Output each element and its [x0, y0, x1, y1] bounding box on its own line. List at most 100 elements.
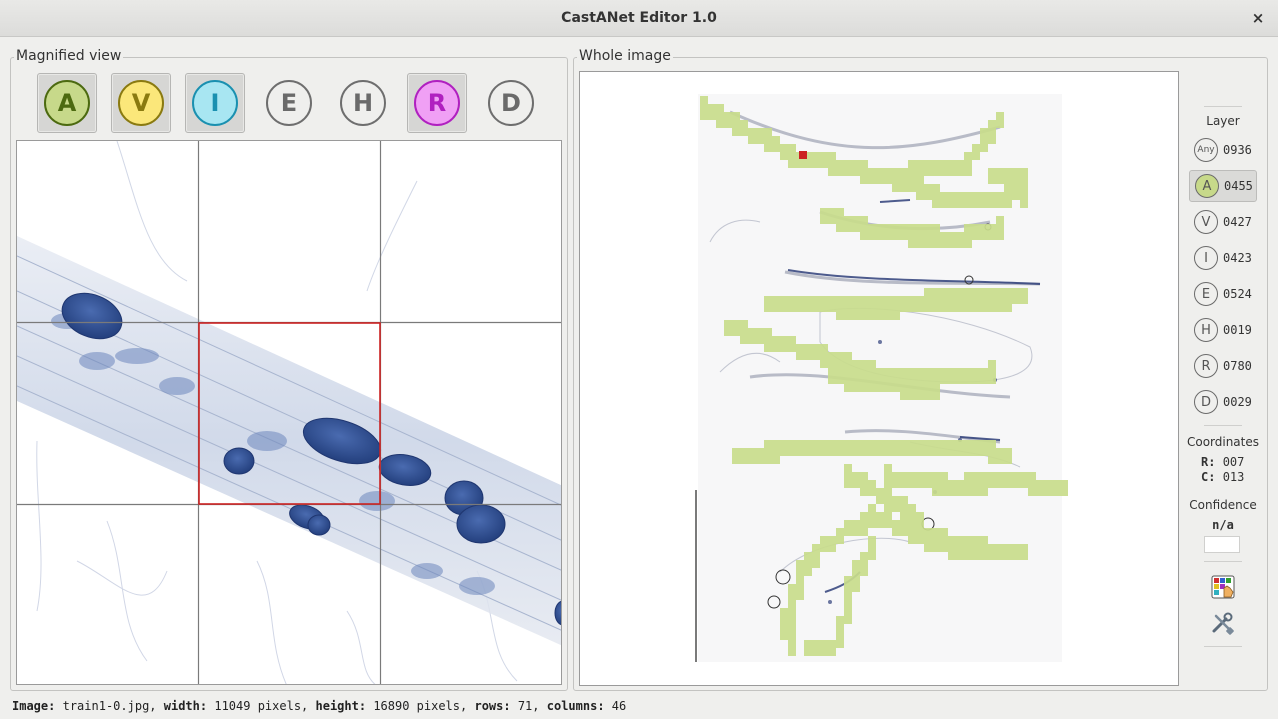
- annotation-tile: [876, 176, 884, 184]
- annotation-tile: [964, 232, 972, 240]
- annotation-tile: [892, 304, 900, 312]
- annotation-tile: [764, 144, 772, 152]
- annotation-tile: [980, 232, 988, 240]
- annotation-tile: [1012, 552, 1020, 560]
- annotation-tile: [988, 232, 996, 240]
- annotation-tile: [844, 312, 852, 320]
- annotation-tile: [908, 528, 916, 536]
- status-columns-label: columns:: [546, 699, 605, 713]
- annotation-tile: [788, 160, 796, 168]
- layer-title: Layer: [1206, 114, 1240, 128]
- annotation-tile: [860, 384, 868, 392]
- layer-toggle-a-button[interactable]: A: [37, 73, 97, 133]
- annotation-tile: [988, 544, 996, 552]
- annotation-tile: [836, 360, 844, 368]
- row-label: R:: [1201, 455, 1216, 469]
- annotation-tile: [980, 200, 988, 208]
- annotation-tile: [988, 176, 996, 184]
- annotation-tile: [932, 528, 940, 536]
- annotation-tile: [996, 200, 1004, 208]
- annotation-tile: [1012, 192, 1020, 200]
- annotation-tile: [924, 392, 932, 400]
- annotation-tile: [868, 168, 876, 176]
- annotation-tile: [708, 112, 716, 120]
- layer-count: 0019: [1223, 323, 1252, 337]
- layer-toggle-d-button[interactable]: D: [481, 73, 541, 133]
- annotation-tile: [948, 288, 956, 296]
- annotation-tile: [996, 296, 1004, 304]
- annotation-tile: [956, 440, 964, 448]
- annotation-tile: [852, 296, 860, 304]
- annotation-tile: [924, 224, 932, 232]
- annotation-tile: [916, 536, 924, 544]
- annotation-tile: [1028, 480, 1036, 488]
- annotation-tile: [764, 296, 772, 304]
- annotation-tile: [892, 504, 900, 512]
- confidence-input[interactable]: [1204, 536, 1240, 553]
- close-icon[interactable]: ×: [1248, 8, 1268, 28]
- annotation-tile: [844, 384, 852, 392]
- annotation-tile: [924, 472, 932, 480]
- layer-row-any[interactable]: Any 0936: [1189, 134, 1257, 166]
- annotation-tile: [740, 320, 748, 328]
- annotation-tile: [972, 552, 980, 560]
- annotation-tile: [900, 176, 908, 184]
- annotation-tile: [828, 352, 836, 360]
- annotation-tile: [804, 160, 812, 168]
- annotation-tile: [932, 384, 940, 392]
- whole-slide-image[interactable]: [580, 72, 1179, 686]
- annotation-tile: [756, 456, 764, 464]
- annotation-tile: [756, 336, 764, 344]
- annotation-tile: [932, 200, 940, 208]
- layer-row-d[interactable]: D 0029: [1189, 386, 1257, 418]
- annotation-tile: [916, 440, 924, 448]
- settings-tools-icon[interactable]: [1211, 612, 1235, 636]
- layer-toggle-i-button[interactable]: I: [185, 73, 245, 133]
- annotation-tile: [708, 104, 716, 112]
- annotation-tile: [956, 288, 964, 296]
- annotation-tile: [852, 440, 860, 448]
- separator: [1204, 106, 1242, 107]
- magnified-image[interactable]: [16, 140, 562, 685]
- annotation-tile: [844, 440, 852, 448]
- annotation-tile: [900, 368, 908, 376]
- annotation-tile: [852, 360, 860, 368]
- layer-row-r[interactable]: R 0780: [1189, 350, 1257, 382]
- magnified-root-image[interactable]: [17, 141, 562, 685]
- layer-toggle-h-button[interactable]: H: [333, 73, 393, 133]
- annotation-tile: [844, 360, 852, 368]
- annotation-tile: [948, 376, 956, 384]
- layer-toggle-e-button[interactable]: E: [259, 73, 319, 133]
- whole-image[interactable]: [579, 71, 1179, 686]
- annotation-tile: [892, 520, 900, 528]
- annotation-tile: [900, 528, 908, 536]
- annotation-tile: [972, 232, 980, 240]
- annotation-tile: [940, 192, 948, 200]
- layer-row-i[interactable]: I 0423: [1189, 242, 1257, 274]
- annotation-tile: [972, 440, 980, 448]
- layer-toggle-r-button[interactable]: R: [407, 73, 467, 133]
- layer-toggle-v-button[interactable]: V: [111, 73, 171, 133]
- palette-icon[interactable]: [1211, 575, 1235, 599]
- layer-r-icon: R: [414, 80, 460, 126]
- annotation-tile: [756, 448, 764, 456]
- annotation-tile: [780, 336, 788, 344]
- layer-row-e[interactable]: E 0524: [1189, 278, 1257, 310]
- annotation-tile: [804, 296, 812, 304]
- layer-row-h[interactable]: H 0019: [1189, 314, 1257, 346]
- annotation-tile: [852, 584, 860, 592]
- annotation-tile: [844, 608, 852, 616]
- annotation-tile: [860, 360, 868, 368]
- annotation-tile: [788, 640, 796, 648]
- layer-row-a[interactable]: A 0455: [1189, 170, 1257, 202]
- annotation-tile: [764, 344, 772, 352]
- annotation-tile: [860, 160, 868, 168]
- annotation-tile: [884, 504, 892, 512]
- annotation-tile: [764, 336, 772, 344]
- annotation-tile: [980, 544, 988, 552]
- separator: [1204, 646, 1242, 647]
- annotation-tile: [932, 448, 940, 456]
- layer-row-v[interactable]: V 0427: [1189, 206, 1257, 238]
- annotation-tile: [828, 296, 836, 304]
- annotation-tile: [916, 304, 924, 312]
